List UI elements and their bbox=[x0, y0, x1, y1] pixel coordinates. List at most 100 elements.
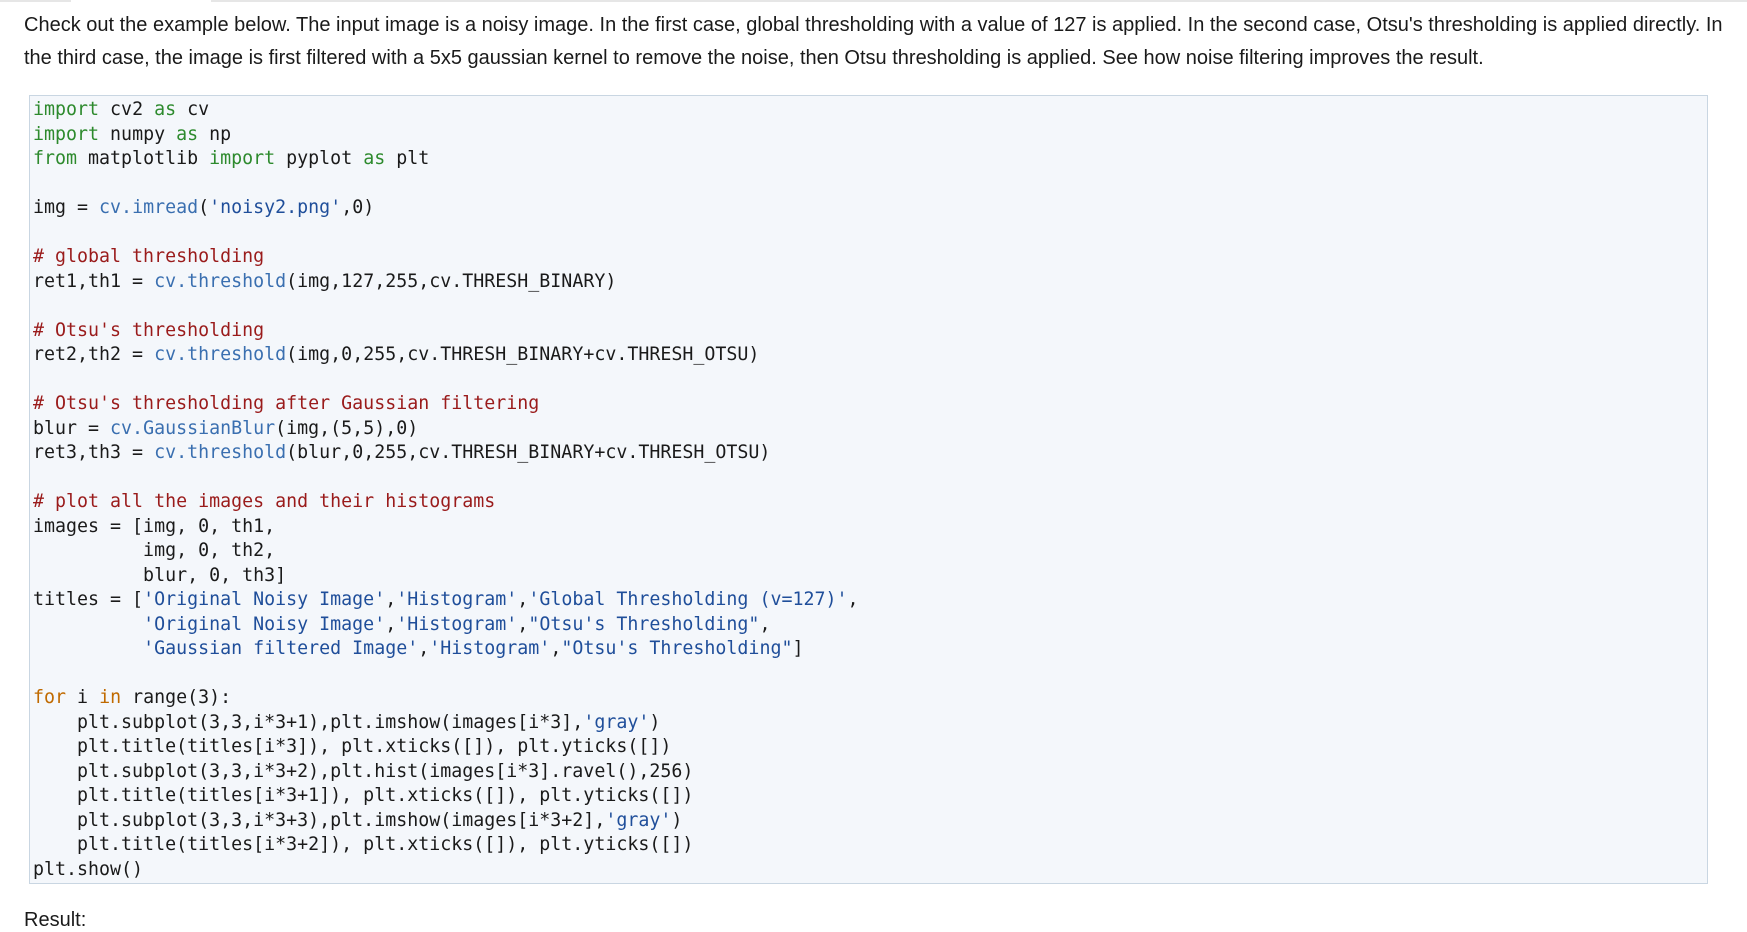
code-line: ret2,th2 = cv.threshold(img,0,255,cv.THR… bbox=[33, 343, 1707, 368]
code-token-st: "Otsu's Thresholding" bbox=[528, 613, 760, 635]
code-token: plt.title(titles[i*3+1]), plt.xticks([])… bbox=[33, 785, 694, 806]
code-line: 'Gaussian filtered Image','Histogram',"O… bbox=[33, 637, 1707, 662]
top-divider bbox=[0, 0, 1747, 2]
top-tab-gap bbox=[71, 0, 211, 2]
code-line: blur, 0, th3] bbox=[33, 564, 1707, 589]
code-token: titles = [ bbox=[33, 589, 144, 610]
code-token-kw: import bbox=[33, 99, 100, 120]
code-line: import cv2 as cv bbox=[33, 98, 1707, 123]
code-line: 'Original Noisy Image','Histogram',"Otsu… bbox=[33, 613, 1707, 638]
code-line: from matplotlib import pyplot as plt bbox=[33, 147, 1707, 172]
code-token-kw2: for bbox=[33, 687, 67, 708]
code-token: (img,0,255,cv.THRESH_BINARY+cv.THRESH_OT… bbox=[286, 344, 760, 365]
code-token: ret3,th3 = bbox=[33, 442, 155, 463]
code-token-fn: cv.imread bbox=[99, 197, 199, 218]
code-token: i bbox=[66, 687, 100, 708]
code-token-st: 'Global Thresholding (v=127)' bbox=[528, 589, 848, 610]
code-line: ret1,th1 = cv.threshold(img,127,255,cv.T… bbox=[33, 270, 1707, 295]
code-line: # global thresholding bbox=[33, 245, 1707, 270]
code-line: # Otsu's thresholding bbox=[33, 319, 1707, 344]
code-token: (blur,0,255,cv.THRESH_BINARY+cv.THRESH_O… bbox=[286, 442, 771, 463]
code-token: , bbox=[847, 589, 859, 610]
code-line: images = [img, 0, th1, bbox=[33, 515, 1707, 540]
code-token: img = bbox=[33, 197, 100, 218]
code-token-st: "Otsu's Thresholding" bbox=[561, 638, 793, 659]
code-token: , bbox=[517, 589, 529, 610]
code-line: for i in range(3): bbox=[33, 686, 1707, 711]
code-line: plt.subplot(3,3,i*3+1),plt.imshow(images… bbox=[33, 711, 1707, 736]
code-token-kw: as bbox=[154, 99, 177, 120]
code-line: titles = ['Original Noisy Image','Histog… bbox=[33, 588, 1707, 613]
code-token: ret2,th2 = bbox=[33, 344, 155, 365]
code-token-cm: # Otsu's thresholding after Gaussian fil… bbox=[33, 393, 540, 414]
code-token: , bbox=[418, 638, 430, 659]
code-token: cv bbox=[176, 99, 210, 120]
code-token: blur = bbox=[33, 417, 111, 439]
code-line: plt.title(titles[i*3]), plt.xticks([]), … bbox=[33, 735, 1707, 760]
code-token-kw: from bbox=[33, 148, 78, 169]
code-token-cm: # plot all the images and their histogra… bbox=[33, 491, 496, 512]
code-token: ,0) bbox=[341, 197, 375, 218]
code-token-kw: import bbox=[33, 123, 100, 145]
code-line: # Otsu's thresholding after Gaussian fil… bbox=[33, 392, 1707, 417]
code-token: cv2 bbox=[99, 99, 155, 120]
code-line: img = cv.imread('noisy2.png',0) bbox=[33, 196, 1707, 221]
code-token-fn: cv.threshold bbox=[154, 344, 287, 365]
code-line: import numpy as np bbox=[33, 123, 1707, 148]
code-token-st: 'Original Noisy Image' bbox=[143, 613, 386, 635]
code-token: ret1,th1 = bbox=[33, 270, 155, 292]
code-token: img, 0, th2, bbox=[33, 540, 276, 561]
code-token: pyplot bbox=[275, 148, 364, 169]
code-token: plt.subplot(3,3,i*3+3),plt.imshow(images… bbox=[33, 809, 606, 831]
code-line: plt.title(titles[i*3+1]), plt.xticks([])… bbox=[33, 784, 1707, 809]
code-token: plt.subplot(3,3,i*3+2),plt.hist(images[i… bbox=[33, 760, 694, 782]
code-line: plt.show() bbox=[33, 858, 1707, 883]
code-token: range(3): bbox=[121, 687, 232, 708]
code-token: , bbox=[385, 589, 397, 610]
code-token: ) bbox=[671, 809, 683, 831]
code-token-st: 'Original Noisy Image' bbox=[143, 589, 386, 610]
code-token-st: 'noisy2.png' bbox=[209, 197, 342, 218]
code-token-fn: cv.GaussianBlur bbox=[110, 417, 276, 439]
code-token: ( bbox=[198, 197, 210, 218]
code-token-kw: as bbox=[176, 123, 199, 145]
code-token: (img,(5,5),0) bbox=[275, 417, 419, 439]
code-token-st: 'gray' bbox=[605, 809, 672, 831]
code-token-kw: as bbox=[363, 148, 386, 169]
code-token: np bbox=[198, 123, 232, 145]
code-token-fn: cv.threshold bbox=[154, 270, 287, 292]
code-line: ret3,th3 = cv.threshold(blur,0,255,cv.TH… bbox=[33, 441, 1707, 466]
code-token-st: 'Gaussian filtered Image' bbox=[143, 638, 419, 659]
code-line: img, 0, th2, bbox=[33, 539, 1707, 564]
code-token-st: 'Histogram' bbox=[396, 613, 518, 635]
code-token: , bbox=[517, 613, 529, 635]
code-line: blur = cv.GaussianBlur(img,(5,5),0) bbox=[33, 417, 1707, 442]
code-token-kw2: in bbox=[99, 687, 122, 708]
code-line: plt.title(titles[i*3+2]), plt.xticks([])… bbox=[33, 833, 1707, 858]
code-token: , bbox=[385, 613, 397, 635]
code-token: numpy bbox=[99, 123, 177, 145]
code-token: ] bbox=[792, 638, 804, 659]
code-token: blur, 0, th3] bbox=[33, 564, 287, 586]
code-token: plt.show() bbox=[33, 858, 144, 880]
code-line: plt.subplot(3,3,i*3+3),plt.imshow(images… bbox=[33, 809, 1707, 834]
code-token: (img,127,255,cv.THRESH_BINARY) bbox=[286, 270, 617, 292]
code-token-st: 'Histogram' bbox=[429, 638, 551, 659]
code-token-cm: # global thresholding bbox=[33, 246, 265, 267]
code-token: , bbox=[550, 638, 562, 659]
code-token: matplotlib bbox=[77, 148, 210, 169]
intro-paragraph: Check out the example below. The input i… bbox=[24, 14, 1723, 69]
code-token: plt.title(titles[i*3+2]), plt.xticks([])… bbox=[33, 834, 694, 855]
code-line: plt.subplot(3,3,i*3+2),plt.hist(images[i… bbox=[33, 760, 1707, 785]
code-token: ) bbox=[649, 711, 661, 733]
code-token-fn: cv.threshold bbox=[154, 442, 287, 463]
code-block: import cv2 as cv import numpy as np from m… bbox=[29, 95, 1708, 884]
